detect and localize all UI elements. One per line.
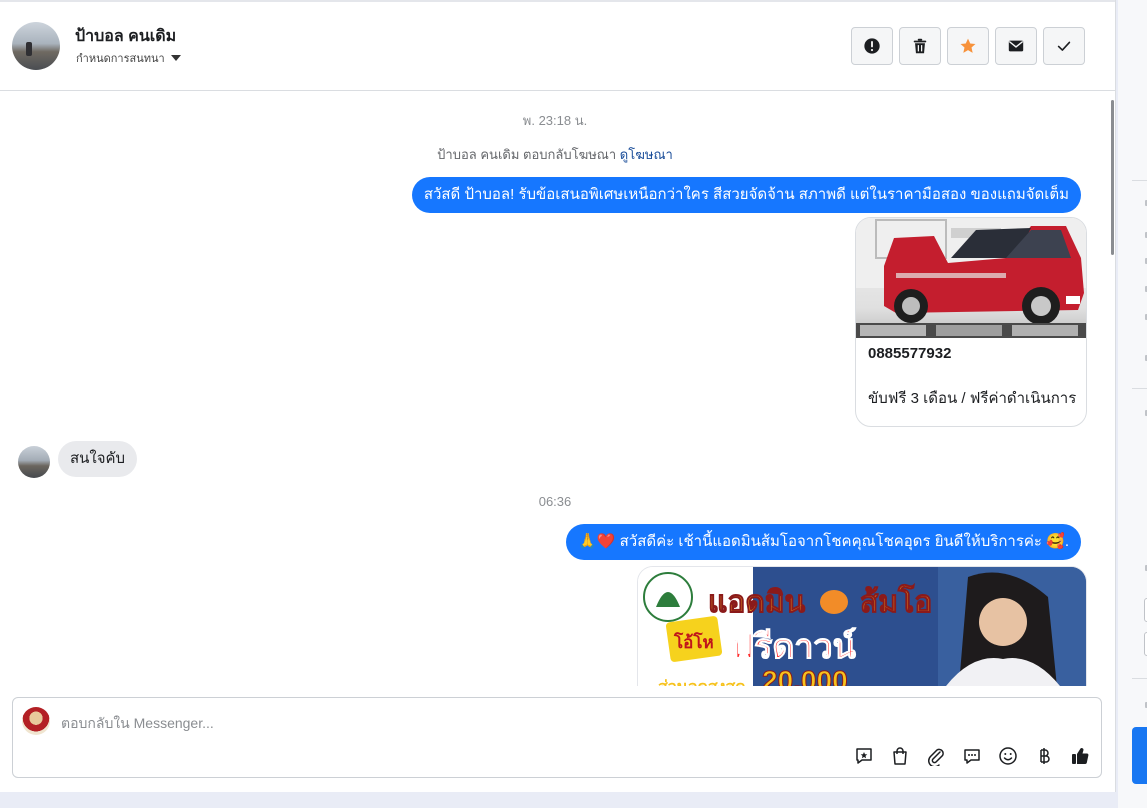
attach-icon[interactable] [925, 745, 947, 767]
conversation-header: ป้าบอล คนเดิม กำหนดการสนทนา [0, 2, 1115, 91]
message-thread[interactable]: พ. 23:18 น. ป้าบอล คนเดิม ตอบกลับโฆษณา ด… [0, 91, 1110, 686]
reply-input[interactable] [59, 712, 963, 734]
thread-scrollbar[interactable] [1111, 100, 1114, 255]
outgoing-message[interactable]: 🙏❤️ สวัสดีค่ะ เช้านี้แอดมินส้มโอจากโชคคุ… [566, 524, 1081, 560]
mark-done-button[interactable] [1043, 27, 1085, 65]
ad-reply-context: ป้าบอล คนเดิม ตอบกลับโฆษณา ดูโฆษณา [0, 144, 1110, 165]
divider [1132, 388, 1147, 389]
schedule-label: กำหนดการสนทนา [76, 53, 165, 65]
timestamp: พ. 23:18 น. [522, 113, 588, 128]
star-button[interactable] [947, 27, 989, 65]
outgoing-message[interactable]: สวัสดี ป้าบอล! รับข้อเสนอพิเศษเหนือกว่าใ… [411, 177, 1081, 213]
like-icon[interactable] [1069, 745, 1091, 767]
header-actions [851, 27, 1085, 65]
ad-reply-text: ป้าบอล คนเดิม ตอบกลับโฆษณา [437, 147, 617, 162]
banner-amount-prefix: ส่วนลดสูงสุด [658, 675, 746, 686]
mark-unread-button[interactable] [995, 27, 1037, 65]
sender-avatar[interactable] [18, 446, 50, 478]
spam-button[interactable] [851, 27, 893, 65]
incoming-message[interactable]: สนใจคับ [58, 441, 138, 477]
card-description: ขับฟรี 3 เดือน / ฟรีค่าดำเนินการ [868, 390, 1077, 407]
caret-down-icon [170, 55, 181, 61]
divider [1132, 180, 1147, 181]
emoji-icon[interactable] [997, 745, 1019, 767]
faq-icon[interactable] [961, 745, 983, 767]
reply-composer [12, 697, 1102, 778]
card-phone: 0885577932 [868, 345, 952, 362]
check-icon [1057, 41, 1071, 51]
ad-card[interactable]: 0885577932 ขับฟรี 3 เดือน / ฟรีค่าดำเนิน… [855, 217, 1087, 427]
banner-amount: 20,000 [762, 665, 849, 687]
right-side-panel [1118, 0, 1147, 808]
envelope-icon [1008, 40, 1024, 52]
conversation-panel: ป้าบอล คนเดิม กำหนดการสนทนา พ. 23:18 น. … [0, 0, 1116, 792]
trash-icon [913, 38, 927, 54]
star-icon [960, 38, 976, 53]
schedule-dropdown[interactable]: กำหนดการสนทนา [76, 49, 181, 67]
banner-badge: โอ้โห [674, 633, 714, 652]
saved-reply-icon[interactable] [853, 745, 875, 767]
composer-toolbar [853, 745, 1091, 767]
view-ad-link[interactable]: ดูโฆษณา [620, 147, 673, 162]
contact-avatar[interactable] [12, 22, 60, 70]
exclamation-icon [864, 38, 880, 54]
timestamp: 06:36 [538, 494, 572, 509]
contact-name[interactable]: ป้าบอล คนเดิม [75, 24, 176, 49]
car-image [856, 218, 1086, 338]
side-action-button[interactable] [1132, 727, 1147, 784]
page-avatar [22, 707, 50, 735]
baht-icon[interactable] [1033, 745, 1055, 767]
admin-banner-image[interactable]: แอดมิน ส้มโอ โอ้โห ฟรีดาวน์ ส่วนลดสูงสุด… [637, 566, 1087, 686]
divider [1132, 678, 1147, 679]
delete-button[interactable] [899, 27, 941, 65]
banner-title-2: ส้มโอ [859, 586, 933, 620]
shopping-bag-icon[interactable] [889, 745, 911, 767]
